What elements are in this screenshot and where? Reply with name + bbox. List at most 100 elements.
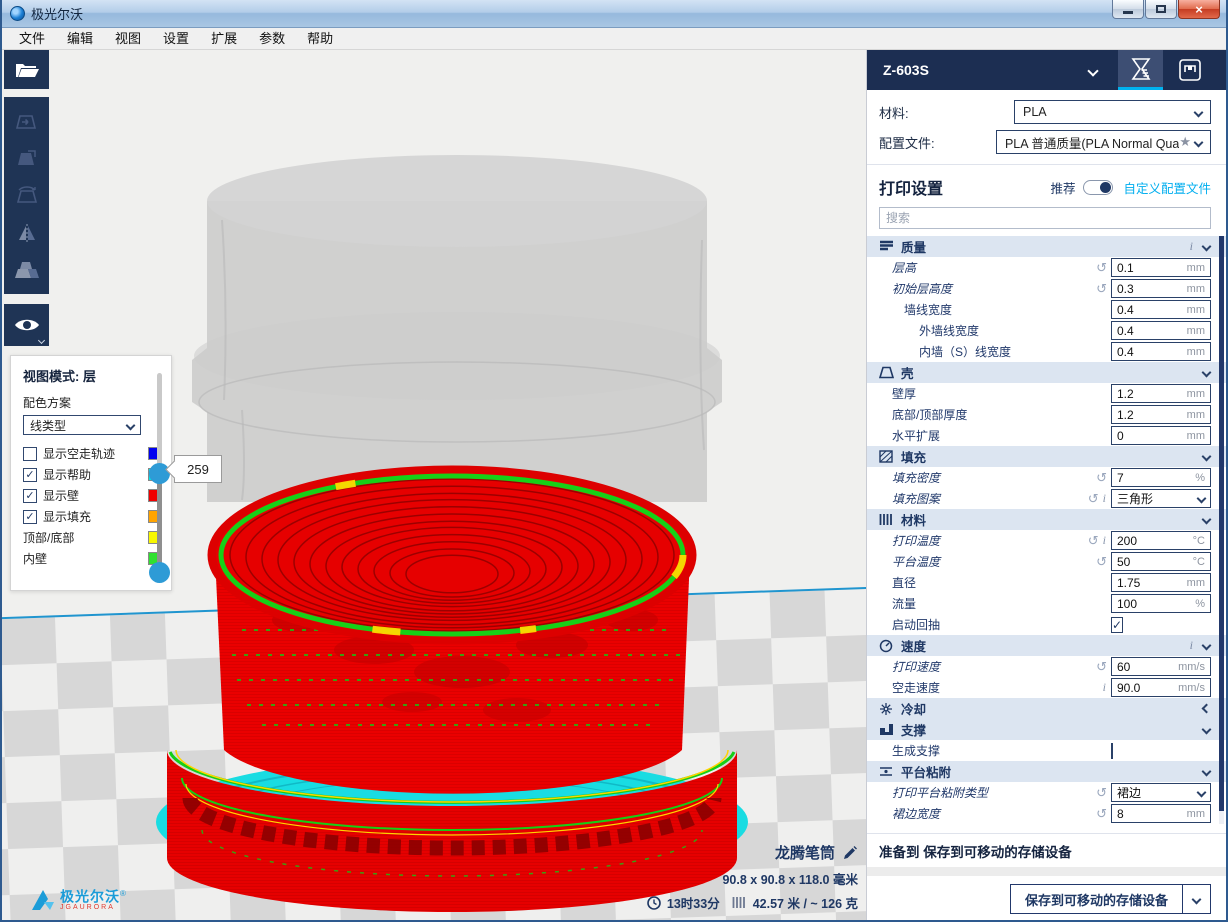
show-infill-checkbox[interactable]: [23, 510, 37, 524]
layer-slider-range[interactable]: [157, 473, 162, 572]
setting-input[interactable]: mm: [1111, 384, 1211, 403]
menu-edit[interactable]: 编辑: [56, 28, 104, 49]
scrollbar-thumb[interactable]: [1219, 236, 1224, 811]
value-input[interactable]: [1117, 282, 1187, 296]
scale-tool-button[interactable]: [4, 140, 49, 177]
reset-icon[interactable]: ↺: [1096, 806, 1107, 822]
generate-support-checkbox[interactable]: [1111, 743, 1113, 759]
menu-extensions[interactable]: 扩展: [200, 28, 248, 49]
save-to-removable-button[interactable]: 保存到可移动的存储设备: [1010, 884, 1211, 914]
value-input[interactable]: [1117, 387, 1187, 401]
material-select[interactable]: PLA: [1014, 100, 1211, 124]
value-input[interactable]: [1117, 555, 1193, 569]
info-icon[interactable]: i: [1103, 533, 1106, 548]
setting-input[interactable]: mm: [1111, 804, 1211, 823]
save-options-dropdown[interactable]: [1182, 885, 1210, 913]
section-speed[interactable]: 速度 i: [867, 635, 1226, 656]
chevron-down-icon[interactable]: [1087, 65, 1098, 76]
setting-input[interactable]: mm: [1111, 258, 1211, 277]
info-icon[interactable]: i: [1190, 638, 1193, 653]
section-cooling[interactable]: 冷却: [867, 698, 1226, 719]
open-file-button[interactable]: [4, 50, 49, 89]
menu-parameters[interactable]: 参数: [248, 28, 296, 49]
3d-model-preview[interactable]: [112, 150, 812, 920]
retraction-checkbox[interactable]: [1111, 617, 1123, 633]
edit-pencil-icon[interactable]: [842, 845, 858, 861]
custom-profile-link[interactable]: 自定义配置文件: [1123, 178, 1211, 197]
reset-icon[interactable]: ↺: [1088, 533, 1099, 549]
settings-scrollbar[interactable]: [1219, 236, 1224, 824]
setting-input[interactable]: mm: [1111, 573, 1211, 592]
value-input[interactable]: [1117, 303, 1187, 317]
tab-monitor[interactable]: [1167, 50, 1212, 90]
reset-icon[interactable]: ↺: [1096, 470, 1107, 486]
setting-input[interactable]: mm: [1111, 342, 1211, 361]
section-support[interactable]: 支撑: [867, 719, 1226, 740]
value-input[interactable]: [1117, 576, 1187, 590]
per-model-settings-button[interactable]: [4, 251, 49, 288]
tab-prepare-slice[interactable]: [1118, 50, 1163, 90]
info-icon[interactable]: i: [1190, 239, 1193, 254]
setting-input[interactable]: %: [1111, 468, 1211, 487]
rotate-tool-button[interactable]: [4, 177, 49, 214]
section-material[interactable]: 材料: [867, 509, 1226, 530]
value-input[interactable]: [1117, 345, 1187, 359]
move-tool-button[interactable]: [4, 103, 49, 140]
setting-select[interactable]: 三角形: [1111, 489, 1211, 508]
value-input[interactable]: [1117, 429, 1187, 443]
mirror-tool-button[interactable]: [4, 214, 49, 251]
section-infill[interactable]: 填充: [867, 446, 1226, 467]
setting-input[interactable]: mm/s: [1111, 657, 1211, 676]
close-button[interactable]: ×: [1178, 0, 1220, 19]
reset-icon[interactable]: ↺: [1088, 491, 1099, 507]
setting-input[interactable]: mm: [1111, 321, 1211, 340]
value-input[interactable]: [1117, 597, 1195, 611]
titlebar[interactable]: 极光尔沃 ×: [2, 0, 1226, 28]
value-input[interactable]: [1117, 471, 1195, 485]
setting-input[interactable]: mm: [1111, 300, 1211, 319]
setting-input[interactable]: mm: [1111, 426, 1211, 445]
value-input[interactable]: [1117, 660, 1178, 674]
minimize-button[interactable]: [1112, 0, 1144, 19]
layer-slider-handle-bottom[interactable]: [149, 562, 170, 583]
setting-input[interactable]: °C: [1111, 531, 1211, 550]
3d-viewport[interactable]: 视图模式: 层 配色方案 线类型 显示空走轨迹 显示帮助: [2, 50, 866, 920]
setting-input[interactable]: mm: [1111, 405, 1211, 424]
info-icon[interactable]: i: [1103, 491, 1106, 506]
machine-name[interactable]: Z-603S: [883, 62, 929, 78]
menu-file[interactable]: 文件: [8, 28, 56, 49]
value-input[interactable]: [1117, 807, 1187, 821]
menu-help[interactable]: 帮助: [296, 28, 344, 49]
setting-select[interactable]: 裙边: [1111, 783, 1211, 802]
show-travels-checkbox[interactable]: [23, 447, 37, 461]
layer-slider[interactable]: [149, 373, 169, 585]
value-input[interactable]: [1117, 534, 1193, 548]
value-input[interactable]: [1117, 408, 1187, 422]
show-walls-checkbox[interactable]: [23, 489, 37, 503]
profile-select[interactable]: PLA 普通质量(PLA Normal Qua ★: [996, 130, 1211, 154]
value-input[interactable]: [1117, 261, 1187, 275]
settings-search[interactable]: [879, 207, 1211, 229]
setting-input[interactable]: mm/s: [1111, 678, 1211, 697]
value-input[interactable]: [1117, 324, 1187, 338]
view-options-button[interactable]: [4, 304, 49, 346]
menu-view[interactable]: 视图: [104, 28, 152, 49]
setting-input[interactable]: %: [1111, 594, 1211, 613]
reset-icon[interactable]: ↺: [1096, 659, 1107, 675]
section-quality[interactable]: 质量 i: [867, 236, 1226, 257]
reset-icon[interactable]: ↺: [1096, 554, 1107, 570]
value-input[interactable]: [1117, 681, 1178, 695]
mode-toggle[interactable]: [1083, 180, 1113, 195]
info-icon[interactable]: i: [1103, 680, 1106, 695]
menu-settings[interactable]: 设置: [152, 28, 200, 49]
section-shell[interactable]: 壳: [867, 362, 1226, 383]
reset-icon[interactable]: ↺: [1096, 281, 1107, 297]
show-helpers-checkbox[interactable]: [23, 468, 37, 482]
section-adhesion[interactable]: 平台粘附: [867, 761, 1226, 782]
maximize-button[interactable]: [1145, 0, 1177, 19]
layer-slider-track[interactable]: [157, 373, 162, 473]
reset-icon[interactable]: ↺: [1096, 260, 1107, 276]
color-scheme-select[interactable]: 线类型: [23, 415, 141, 435]
reset-icon[interactable]: ↺: [1096, 785, 1107, 801]
setting-input[interactable]: mm: [1111, 279, 1211, 298]
